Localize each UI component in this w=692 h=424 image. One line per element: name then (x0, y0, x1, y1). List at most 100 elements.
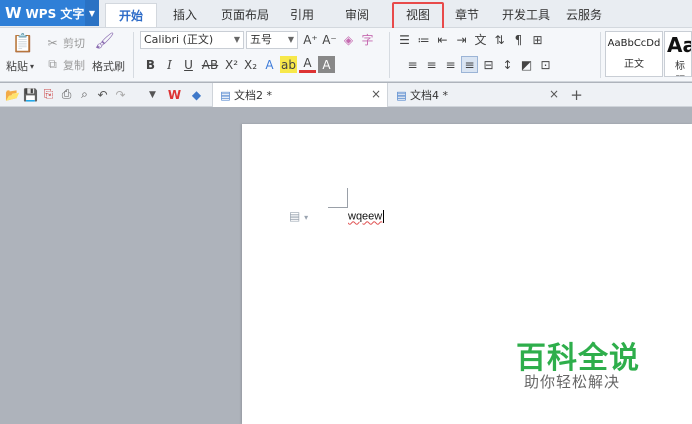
document-icon: ▤ (396, 88, 407, 102)
text-cursor (383, 210, 385, 223)
increase-indent-icon[interactable]: ⇥ (453, 31, 470, 48)
tab-home[interactable]: 开始 (105, 3, 157, 27)
chevron-down-icon[interactable]: ▼ (85, 0, 99, 26)
format-painter-button[interactable]: 格式刷 (92, 58, 125, 74)
doc-tab-4[interactable]: ▤ 文档4 * × (389, 83, 565, 107)
shading-icon[interactable]: ◩ (518, 56, 535, 73)
tab-developer[interactable]: 开发工具 (499, 3, 553, 27)
sort-icon[interactable]: ⇅ (491, 31, 508, 48)
tab-view[interactable]: 视图 (394, 3, 442, 27)
shrink-font-icon[interactable]: A⁻ (321, 31, 338, 48)
customize-toolbar-icon[interactable]: ▼ (144, 86, 161, 103)
format-painter-icon-button[interactable]: 🖌 (94, 31, 115, 50)
document-text[interactable]: wqeew (348, 210, 385, 223)
underline-icon[interactable]: U (180, 56, 197, 73)
divider (133, 32, 134, 78)
cut-button[interactable]: ✂ 剪切 (44, 34, 85, 51)
app-menu-button[interactable]: W WPS 文字 ▼ (0, 0, 99, 26)
align-left-icon[interactable]: ≡ (404, 56, 421, 73)
clear-format-icon[interactable]: ◈ (340, 31, 357, 48)
font-name-value: Calibri (正文) (144, 33, 214, 46)
wps-home-icon[interactable]: W (166, 86, 183, 103)
divider (600, 32, 601, 78)
font-name-select[interactable]: Calibri (正文) ▼ (140, 31, 244, 49)
phonetic-guide-icon[interactable]: 字 (359, 31, 376, 48)
numbering-icon[interactable]: ≔ (415, 31, 432, 48)
cut-label: 剪切 (63, 36, 85, 50)
copy-button[interactable]: ⧉ 复制 (44, 56, 85, 73)
divider (389, 32, 390, 78)
tab-cloud[interactable]: 云服务 (562, 3, 606, 27)
close-icon[interactable]: × (549, 87, 559, 101)
font-size-value: 五号 (250, 33, 272, 46)
font-size-select[interactable]: 五号 ▼ (246, 31, 298, 49)
paste-label: 粘贴 (6, 60, 28, 73)
text-effect-icon[interactable]: A (261, 56, 278, 73)
grow-font-icon[interactable]: A⁺ (302, 31, 319, 48)
bullets-icon[interactable]: ☰ (396, 31, 413, 48)
align-center-icon[interactable]: ≡ (423, 56, 440, 73)
tab-insert[interactable]: 插入 (165, 3, 205, 27)
copy-label: 复制 (63, 58, 85, 72)
document-page[interactable]: ▤ ▾ wqeew (242, 124, 692, 424)
print-preview-icon[interactable]: ⌕ (76, 86, 93, 103)
tab-review[interactable]: 审阅 (339, 3, 375, 27)
cloud-doc-icon[interactable]: ◆ (188, 86, 205, 103)
new-tab-button[interactable]: + (568, 86, 585, 104)
doc-tab-label: 文档2 * (234, 89, 272, 102)
doc-tab-2[interactable]: ▤ 文档2 * × (212, 83, 388, 107)
redo-icon[interactable]: ↷ (112, 86, 129, 103)
format-painter-icon: 🖌 (94, 31, 115, 50)
table-icon[interactable]: ⊞ (529, 31, 546, 48)
style-preview: Aa (667, 33, 691, 57)
style-preview: AaBbCcDd (607, 38, 661, 49)
wps-logo-icon: W (5, 4, 22, 22)
ribbon: 📋 粘贴 ▾ ✂ 剪切 ⧉ 复制 🖌 格式刷 Calibri (正文) ▼ 五号 ▼ … (0, 28, 692, 82)
tab-references[interactable]: 引用 (284, 3, 320, 27)
superscript-icon[interactable]: X² (223, 56, 240, 73)
strikethrough-icon[interactable]: AB (199, 56, 221, 73)
menu-bar: W WPS 文字 ▼ 开始 插入 页面布局 引用 审阅 视图 章节 开发工具 云… (0, 0, 692, 28)
style-normal[interactable]: AaBbCcDd 正文 (605, 31, 663, 77)
style-label: 正文 (624, 59, 644, 70)
document-icon: ▤ (220, 88, 231, 102)
undo-icon[interactable]: ↶ (94, 86, 111, 103)
document-text-content: wqeew (348, 210, 383, 223)
format-painter-label: 格式刷 (92, 60, 125, 73)
justify-icon[interactable]: ≡ (461, 56, 478, 73)
paragraph-layout-icon[interactable]: ▤ ▾ (289, 209, 308, 223)
close-icon[interactable]: × (371, 87, 381, 101)
alignment-controls: ≡ ≡ ≡ ≡ ⊟ ↕ ◩ ⊡ (404, 56, 554, 73)
paste-label-button[interactable]: 粘贴 ▾ (6, 58, 34, 74)
print-icon[interactable]: ⎙ (58, 86, 75, 103)
doc-tab-label: 文档4 * (410, 89, 448, 102)
save-icon[interactable]: 💾 (22, 86, 39, 103)
font-size-controls: A⁺ A⁻ ◈ 字 (302, 31, 376, 48)
font-style-controls: B I U AB X² X₂ A ab A A (142, 56, 335, 73)
tab-chapter[interactable]: 章节 (449, 3, 485, 27)
style-heading[interactable]: Aa 标题 (664, 31, 692, 77)
paste-button[interactable]: 📋 (10, 32, 36, 54)
align-right-icon[interactable]: ≡ (442, 56, 459, 73)
font-color-icon[interactable]: A (299, 56, 316, 73)
line-spacing-icon[interactable]: ↕ (499, 56, 516, 73)
margin-corner-marker (328, 188, 348, 208)
scissors-icon: ✂ (47, 35, 58, 50)
paste-icon: 📋 (11, 32, 35, 54)
decrease-indent-icon[interactable]: ⇤ (434, 31, 451, 48)
subscript-icon[interactable]: X₂ (242, 56, 259, 73)
tab-page-layout[interactable]: 页面布局 (215, 3, 275, 27)
highlight-icon[interactable]: ab (280, 56, 297, 73)
show-marks-icon[interactable]: ¶ (510, 31, 527, 48)
char-shading-icon[interactable]: A (318, 56, 335, 73)
bold-icon[interactable]: B (142, 56, 159, 73)
chevron-down-icon: ▼ (287, 35, 294, 44)
text-direction-icon[interactable]: 文 (472, 31, 489, 48)
distributed-icon[interactable]: ⊟ (480, 56, 497, 73)
borders-icon[interactable]: ⊡ (537, 56, 554, 73)
italic-icon[interactable]: I (161, 56, 178, 73)
export-pdf-icon[interactable]: ⎘ (40, 86, 57, 103)
copy-icon: ⧉ (48, 57, 57, 71)
open-folder-icon[interactable]: 📂 (4, 86, 21, 103)
quick-access-bar: 📂 💾 ⎘ ⎙ ⌕ ↶ ↷ ▼ W ◆ ▤ 文档2 * × ▤ 文档4 * × … (0, 83, 692, 107)
